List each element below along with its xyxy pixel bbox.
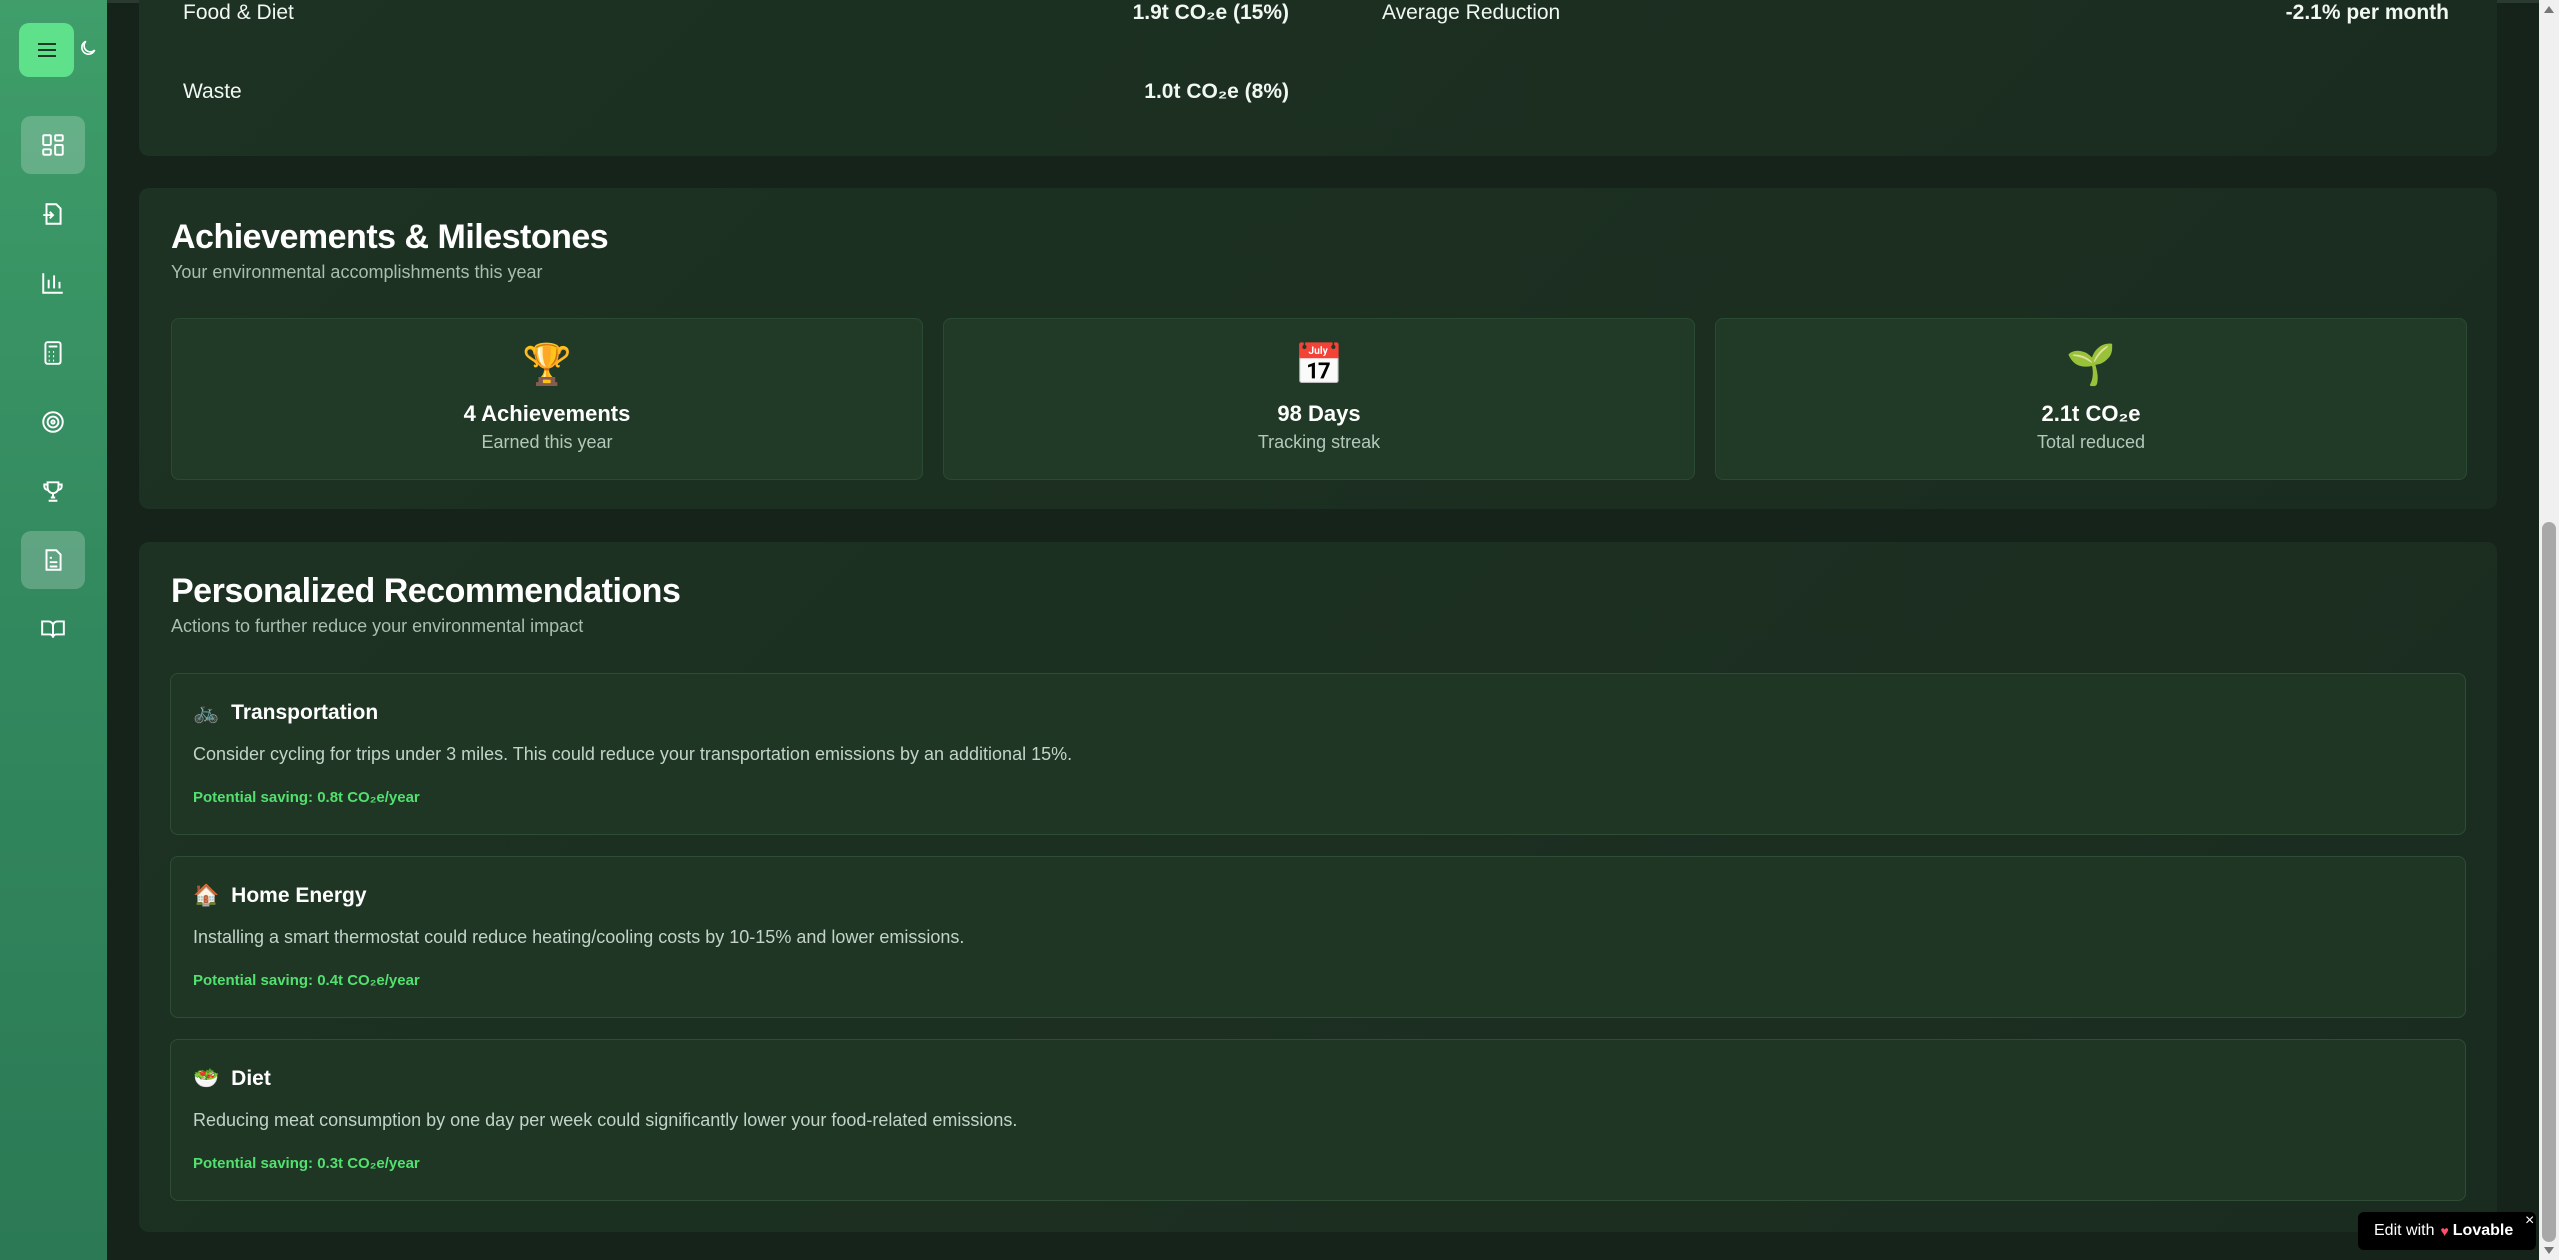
nav-calculator[interactable]: [21, 324, 85, 382]
main-content: Food & Diet 1.9t CO₂e (15%) Waste 1.0t C…: [107, 0, 2539, 1260]
nav-learn[interactable]: [21, 600, 85, 658]
nav-reports[interactable]: [21, 531, 85, 589]
recommendations-title: Personalized Recommendations: [171, 572, 681, 610]
recommendation-description: Installing a smart thermostat could redu…: [193, 927, 965, 947]
achievements-subtitle: Your environmental accomplishments this …: [171, 262, 543, 282]
stat-label: Tracking streak: [1257, 432, 1381, 452]
menu-toggle-button[interactable]: [19, 23, 74, 77]
recommendation-item: 🏠 Home Energy Installing a smart thermos…: [170, 856, 2466, 1018]
target-icon: [42, 411, 64, 433]
trend-label: Average Reduction: [1382, 1, 1561, 24]
hamburger-icon: [37, 43, 56, 57]
potential-saving: Potential saving: 0.4t CO₂e/year: [193, 972, 420, 989]
sidebar: [0, 0, 107, 1260]
calendar-emoji-icon: 📅: [1294, 343, 1344, 387]
breakdown-value-waste: 1.0t CO₂e (8%): [1144, 80, 1289, 103]
trend-value: -2.1% per month: [2285, 1, 2449, 24]
breakdown-value-food: 1.9t CO₂e (15%): [1132, 1, 1289, 24]
heart-icon: ♥: [2440, 1223, 2449, 1239]
dashboard-icon: [42, 134, 64, 156]
stat-value: 2.1t CO₂e: [2041, 401, 2141, 426]
recommendation-title: Home Energy: [231, 884, 367, 907]
calculator-icon: [44, 341, 62, 365]
stat-label: Total reduced: [2036, 432, 2146, 452]
stat-value: 98 Days: [1277, 401, 1361, 426]
emissions-breakdown-card: Food & Diet 1.9t CO₂e (15%) Waste 1.0t C…: [139, 0, 2497, 156]
breakdown-label-food: Food & Diet: [183, 1, 294, 24]
achievement-stat: 🌱 2.1t CO₂e Total reduced: [1715, 318, 2467, 480]
house-emoji-icon: 🏠: [193, 884, 220, 907]
badge-brand: Lovable: [2452, 1222, 2514, 1239]
trophy-emoji-icon: 🏆: [522, 343, 572, 387]
recommendation-item: 🥗 Diet Reducing meat consumption by one …: [170, 1039, 2466, 1201]
nav-analytics[interactable]: [21, 254, 85, 312]
moon-icon[interactable]: [78, 38, 98, 58]
recommendation-title: Diet: [231, 1067, 271, 1090]
scroll-down-arrow-icon[interactable]: [2544, 1247, 2554, 1254]
edit-with-lovable-badge[interactable]: Edit with ♥ Lovable: [2358, 1212, 2536, 1250]
nav-achievements[interactable]: [21, 462, 85, 520]
stat-value: 4 Achievements: [463, 401, 631, 426]
book-icon: [41, 620, 65, 638]
potential-saving: Potential saving: 0.8t CO₂e/year: [193, 789, 420, 806]
stat-label: Earned this year: [481, 432, 613, 452]
recommendation-title: Transportation: [231, 701, 379, 724]
potential-saving: Potential saving: 0.3t CO₂e/year: [193, 1155, 420, 1172]
scrollbar[interactable]: [2539, 0, 2559, 1260]
salad-emoji-icon: 🥗: [193, 1067, 220, 1090]
recommendations-subtitle: Actions to further reduce your environme…: [171, 616, 584, 636]
recommendation-description: Reducing meat consumption by one day per…: [193, 1110, 1018, 1130]
trophy-icon: [43, 481, 63, 502]
scroll-up-arrow-icon[interactable]: [2544, 6, 2554, 13]
recommendation-item: 🚲 Transportation Consider cycling for tr…: [170, 673, 2466, 835]
report-icon: [45, 549, 62, 571]
breakdown-label-waste: Waste: [183, 80, 242, 103]
nav-data-entry[interactable]: [21, 185, 85, 243]
nav-goals[interactable]: [21, 393, 85, 451]
recommendation-description: Consider cycling for trips under 3 miles…: [193, 744, 1073, 764]
achievement-stat: 🏆 4 Achievements Earned this year: [171, 318, 923, 480]
achievement-stat: 📅 98 Days Tracking streak: [943, 318, 1695, 480]
bicycle-emoji-icon: 🚲: [193, 701, 220, 724]
seedling-emoji-icon: 🌱: [2066, 343, 2116, 387]
analytics-icon: [42, 273, 63, 294]
badge-prefix: Edit with: [2374, 1222, 2435, 1239]
data-entry-icon: [43, 203, 62, 225]
nav-dashboard[interactable]: [21, 116, 85, 174]
scrollbar-thumb[interactable]: [2542, 522, 2556, 1242]
badge-close-button[interactable]: ×: [2525, 1212, 2534, 1230]
achievements-title: Achievements & Milestones: [171, 218, 609, 256]
